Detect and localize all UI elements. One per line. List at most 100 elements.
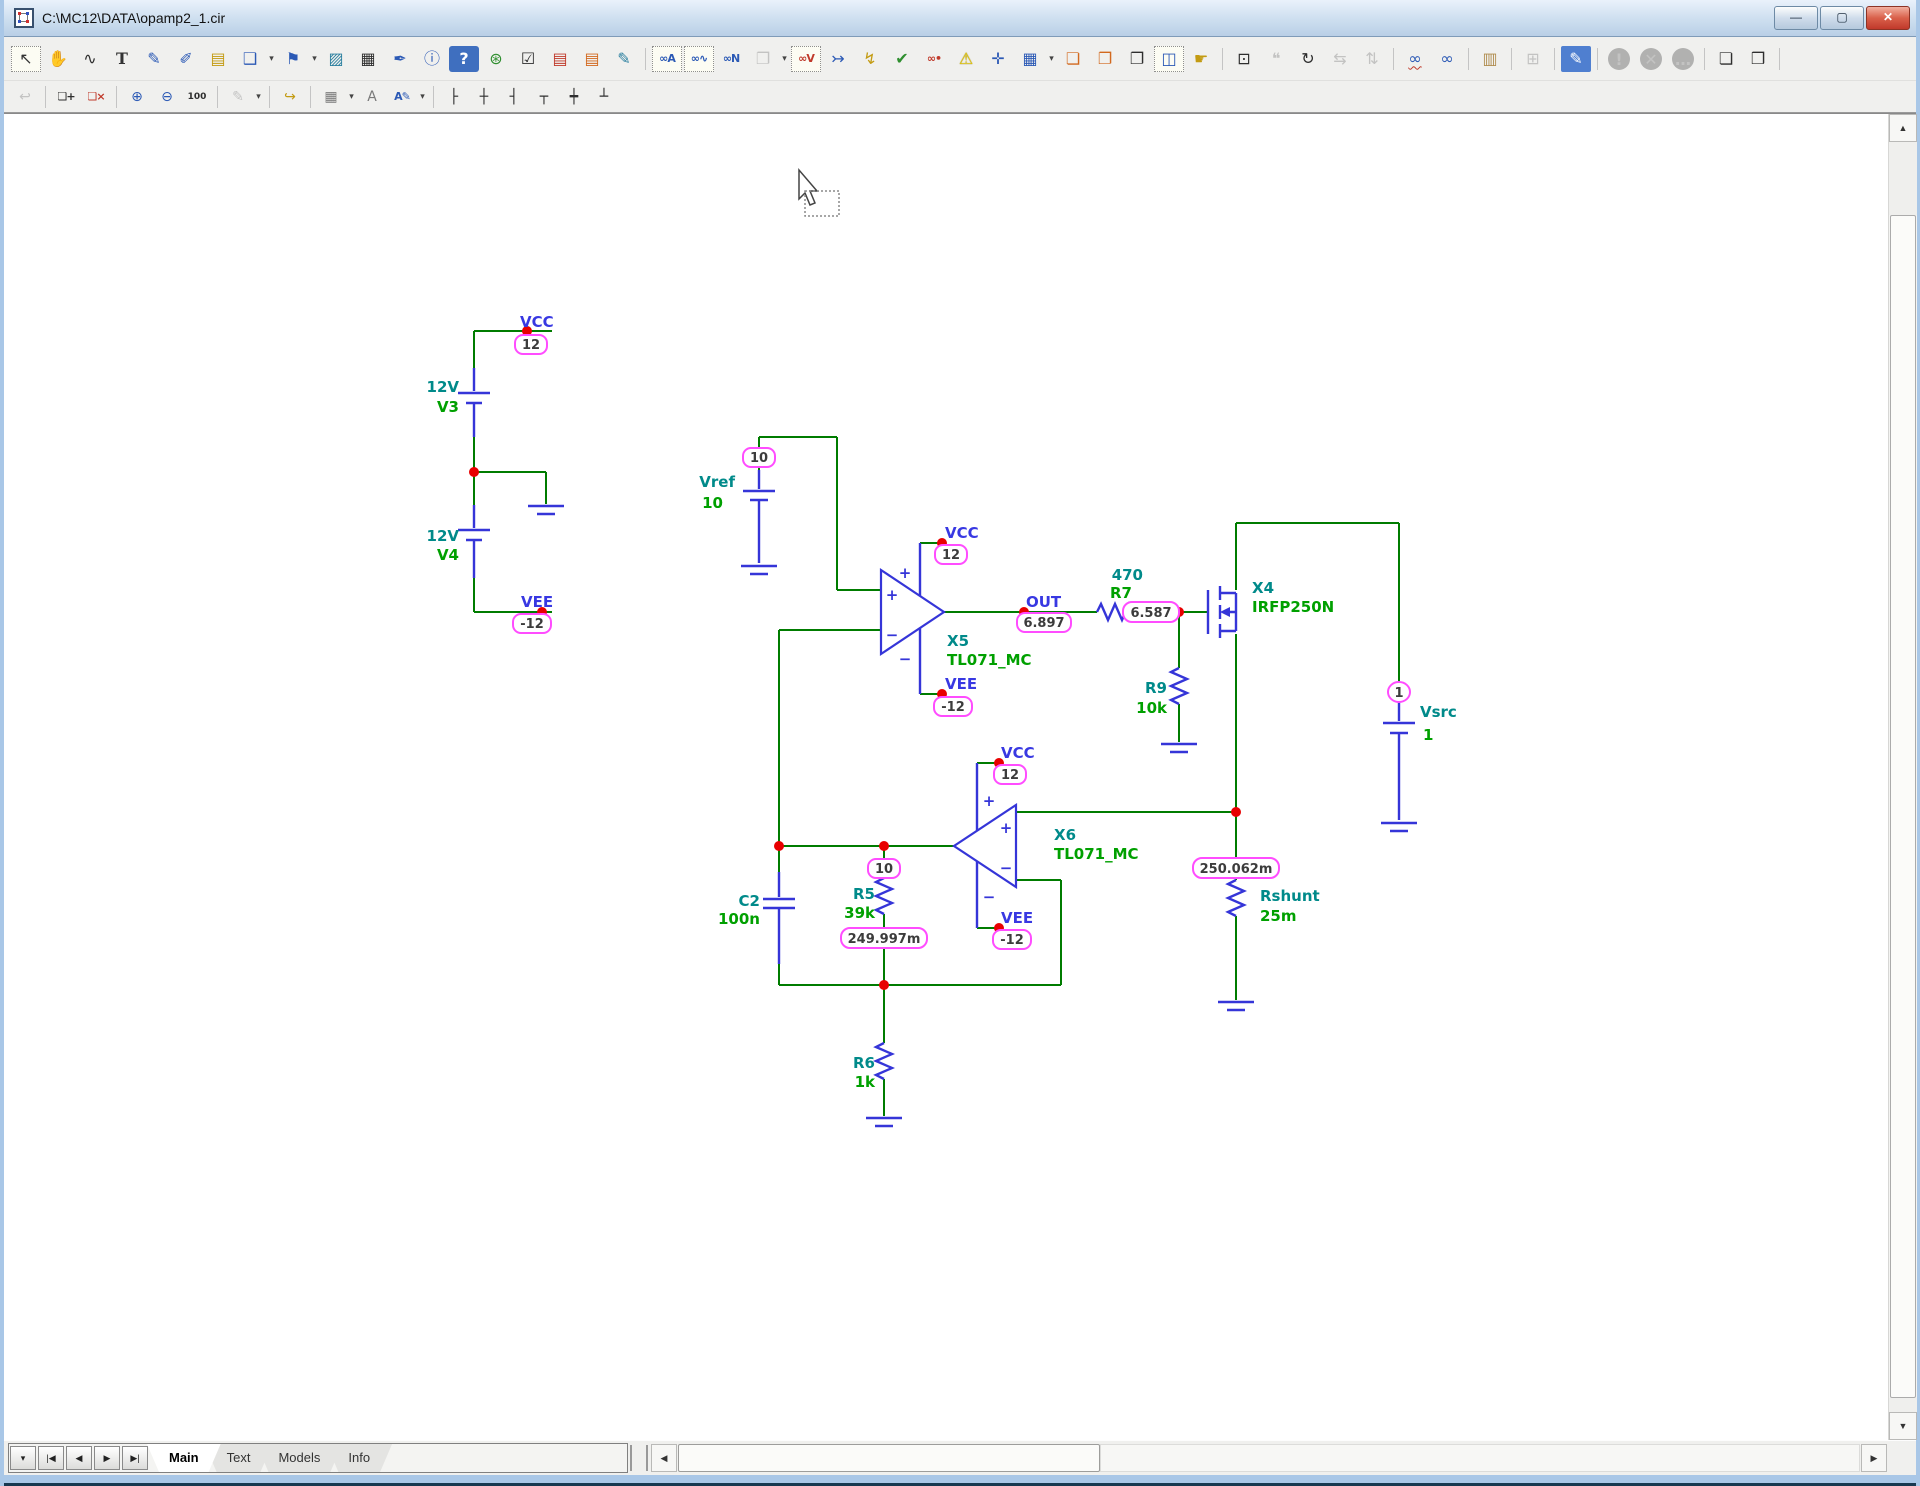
vertical-scroll-track-bottom[interactable] (1889, 1398, 1917, 1412)
wire-mode-button[interactable]: ∿ (75, 46, 105, 72)
flowchart-button[interactable]: ◫ (1154, 46, 1184, 72)
delete-page-button[interactable]: ❏× (82, 85, 110, 109)
grid-button[interactable]: ▦ (1015, 46, 1045, 72)
bring-to-front-button[interactable]: ❏ (1711, 46, 1741, 72)
show-power-button[interactable]: ↯ (855, 46, 885, 72)
help-mode-button[interactable]: ? (449, 46, 479, 72)
scroll-left-button[interactable]: ◀ (651, 1444, 677, 1472)
tab-splitter[interactable] (630, 1445, 648, 1471)
show-currents-button[interactable]: ↣ (823, 46, 853, 72)
resistor-Rshunt[interactable] (1228, 880, 1244, 916)
scroll-right-button[interactable]: ▶ (1861, 1444, 1887, 1472)
font-style-button-dropdown-icon[interactable]: ▾ (417, 91, 428, 102)
show-pin-connections-button[interactable]: ∞• (919, 46, 949, 72)
zoom-out-button[interactable]: ⊖ (153, 85, 181, 109)
notes-button[interactable]: ▥ (1475, 46, 1505, 72)
bus-button[interactable]: ▤ (203, 46, 233, 72)
horizontal-scroll-thumb[interactable] (678, 1444, 1100, 1472)
zoom-in-button[interactable]: ⊕ (123, 85, 151, 109)
next-page-button[interactable]: ▶ (94, 1446, 120, 1470)
close-button[interactable]: ✕ (1866, 6, 1910, 30)
page-button[interactable]: ❐ (1090, 46, 1120, 72)
send-to-back-button[interactable]: ❒ (1743, 46, 1773, 72)
spreadsheet-button[interactable]: ▦ (353, 46, 383, 72)
prev-page-button[interactable]: ◀ (66, 1446, 92, 1470)
battery-V3[interactable] (458, 368, 490, 437)
opamp-X5[interactable]: + − + − (881, 543, 944, 694)
last-page-button[interactable]: ▶| (122, 1446, 148, 1470)
maximize-button[interactable]: ▢ (1820, 6, 1864, 30)
layout-button[interactable]: ▦ (317, 85, 345, 109)
probe-button-dropdown-icon[interactable]: ▾ (779, 53, 790, 64)
vertical-scroll-thumb[interactable] (1890, 215, 1916, 1398)
split-window-button[interactable]: ❏ (1058, 46, 1088, 72)
flag-mode-button-dropdown-icon[interactable]: ▾ (309, 53, 320, 64)
enable-toggle-button[interactable]: ☑ (513, 46, 543, 72)
resistor-R5[interactable] (876, 878, 892, 914)
scroll-up-button[interactable]: ▲ (1889, 114, 1917, 142)
picture-button[interactable]: ▨ (321, 46, 351, 72)
grid-button-dropdown-icon[interactable]: ▾ (1046, 53, 1057, 64)
vertical-scrollbar[interactable]: ▲ ▼ (1888, 114, 1917, 1440)
helpers-button[interactable]: ☛ (1186, 46, 1216, 72)
shape-tools-button[interactable]: ❑ (235, 46, 265, 72)
text-area-button[interactable]: ▤ (577, 46, 607, 72)
tab-main[interactable]: Main (147, 1444, 221, 1472)
font-button[interactable]: A (358, 85, 386, 109)
find-next-button[interactable]: ∞ (1432, 46, 1462, 72)
minimize-button[interactable]: — (1774, 6, 1818, 30)
flag-mode-button[interactable]: ⚑ (278, 46, 308, 72)
battery-Vsrc[interactable] (1383, 702, 1415, 820)
show-attribute-text-button[interactable]: ∞A (652, 46, 682, 72)
tab-info[interactable]: Info (326, 1444, 392, 1472)
font-style-button[interactable]: A✎ (388, 85, 416, 109)
edit-window-button[interactable]: ✎ (1561, 46, 1591, 72)
battery-V4[interactable] (458, 505, 490, 578)
zoom-100-button[interactable]: 100 (183, 85, 211, 109)
align-middle-button[interactable]: ┿ (560, 85, 588, 109)
opamp-X6[interactable]: + − + − (954, 763, 1016, 928)
align-right-button[interactable]: ┤ (500, 85, 528, 109)
align-bottom-button[interactable]: ┴ (590, 85, 618, 109)
page-small-button[interactable]: ❐ (1122, 46, 1152, 72)
align-top-button[interactable]: ┬ (530, 85, 558, 109)
align-center-button[interactable]: ┼ (470, 85, 498, 109)
capacitor-C2[interactable] (763, 872, 795, 964)
warning-button[interactable]: ⚠ (951, 46, 981, 72)
edit-page-button[interactable]: ✎ (609, 46, 639, 72)
tab-list-button[interactable]: ▾ (10, 1446, 36, 1470)
schematic-page[interactable]: + − + − (4, 114, 1888, 1440)
layout-button-dropdown-icon[interactable]: ▾ (346, 91, 357, 102)
move-button[interactable]: ✛ (983, 46, 1013, 72)
component-link-button[interactable]: ⊛ (481, 46, 511, 72)
circuit-wires[interactable] (474, 331, 1399, 1116)
rotate-button[interactable]: ↻ (1293, 46, 1323, 72)
mosfet-X4[interactable] (1208, 586, 1236, 638)
add-page-button[interactable]: ❏+ (52, 85, 80, 109)
pan-button[interactable]: ✋ (43, 46, 73, 72)
select-area-button[interactable]: ⊡ (1229, 46, 1259, 72)
vertical-scroll-track[interactable] (1889, 142, 1917, 215)
draw-toggle-button-dropdown-icon[interactable]: ▾ (253, 91, 264, 102)
wire-draw-button[interactable]: ✎ (139, 46, 169, 72)
annotation-button[interactable]: ✒ (385, 46, 415, 72)
first-page-button[interactable]: |◀ (38, 1446, 64, 1470)
show-node-numbers-button[interactable]: ∞N (716, 46, 746, 72)
schematic-drawing[interactable]: + − + − (4, 114, 1888, 1440)
page-up-button[interactable]: ↪ (276, 85, 304, 109)
resistor-R9[interactable] (1171, 668, 1187, 704)
select-mode-button[interactable]: ↖ (11, 46, 41, 72)
horizontal-scroll-track[interactable] (1100, 1444, 1860, 1472)
region-enable-button[interactable]: ▤ (545, 46, 575, 72)
resistor-R6[interactable] (876, 1043, 892, 1079)
align-left-button[interactable]: ├ (440, 85, 468, 109)
battery-Vref[interactable] (743, 470, 775, 563)
show-grid-text-button[interactable]: ∞∿ (684, 46, 714, 72)
show-conditions-button[interactable]: ✔ (887, 46, 917, 72)
shape-tools-button-dropdown-icon[interactable]: ▾ (266, 53, 277, 64)
diagonal-wire-button[interactable]: ✐ (171, 46, 201, 72)
info-mode-button[interactable]: ⓘ (417, 46, 447, 72)
text-mode-button[interactable]: T (107, 46, 137, 72)
find-button[interactable]: ∞ (1400, 46, 1430, 72)
scroll-down-button[interactable]: ▼ (1889, 1412, 1917, 1440)
